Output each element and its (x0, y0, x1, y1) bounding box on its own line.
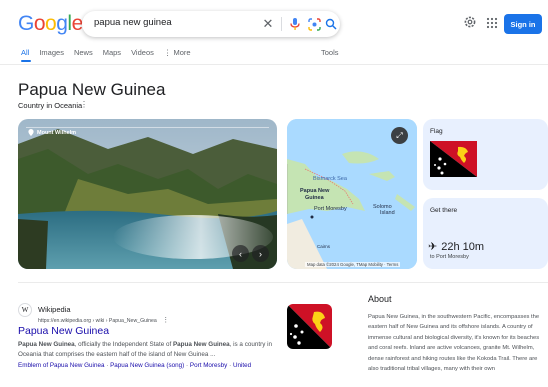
entity-title: Papua New Guinea (18, 80, 166, 99)
sitelink-united[interactable]: United (233, 362, 251, 369)
search-box[interactable]: papua new guinea ✕ (82, 11, 340, 37)
photo-progress-bar (26, 127, 269, 128)
tab-images[interactable]: Images (39, 48, 64, 57)
result-more-icon[interactable]: ⋮ (162, 317, 169, 324)
header-divider (0, 64, 548, 65)
flag-card-title: Flag (430, 128, 443, 135)
map-expand-icon[interactable]: ⤢ (391, 127, 408, 144)
clear-icon[interactable]: ✕ (260, 16, 276, 32)
map-label-port-moresby: Port Moresby (314, 206, 347, 212)
photo-prev-button[interactable]: ‹ (232, 245, 249, 262)
flag-card[interactable]: Flag (423, 119, 548, 190)
result-url[interactable]: https://en.wikipedia.org › wiki › Papua_… (38, 316, 169, 324)
sitelink-emblem[interactable]: Emblem of Papua New Guinea (18, 362, 104, 369)
more-options-icon[interactable]: ⋮ (80, 100, 88, 109)
search-divider (281, 17, 282, 31)
about-description: Papua New Guinea, in the southwestern Pa… (368, 314, 540, 373)
result-site-name[interactable]: Wikipedia (38, 305, 71, 314)
microphone-icon[interactable] (287, 16, 303, 32)
active-tab-indicator (21, 60, 31, 62)
tab-maps[interactable]: Maps (103, 48, 121, 57)
result-title-link[interactable]: Papua New Guinea (18, 325, 109, 337)
get-there-card[interactable]: Get there to Port Moresby (423, 198, 548, 269)
airplane-icon: ✈ (428, 241, 438, 253)
tab-more[interactable]: ⋮ More (164, 48, 191, 57)
sign-in-button[interactable]: Sign in (504, 14, 542, 34)
google-logo[interactable]: Google (18, 12, 83, 36)
location-pin-icon (28, 129, 34, 136)
sitelink-port-moresby[interactable]: Port Moresby (190, 362, 227, 369)
entity-subtitle: Country in Oceania (18, 101, 83, 110)
photo-location-label: Mount Wilhelm (28, 129, 76, 136)
map-preview[interactable]: Bismarck Sea Papua New Guinea Port Mores… (287, 119, 417, 269)
lens-icon[interactable] (306, 16, 322, 32)
result-thumbnail[interactable] (287, 304, 332, 349)
result-snippet: Papua New Guinea, officially the Indepen… (18, 341, 272, 358)
photo-next-button[interactable]: › (252, 245, 269, 262)
png-flag-thumbnail (287, 304, 332, 349)
search-tabs: All Images News Maps Videos ⋮ More (21, 48, 201, 57)
png-flag-image (430, 141, 477, 177)
tab-all[interactable]: All (21, 48, 29, 57)
sitelink-song[interactable]: Papua New Guinea (song) (110, 362, 184, 369)
tools-button[interactable]: Tools (321, 48, 339, 57)
map-label-solomon-line2: Island (380, 210, 395, 216)
map-attribution: Map data ©2024 Google, TMap Mobility · T… (305, 262, 401, 267)
travel-time: ✈ 22h 10m (428, 240, 485, 254)
wikipedia-favicon-icon[interactable]: W (18, 303, 32, 317)
search-icon[interactable] (323, 16, 339, 32)
apps-grid-icon[interactable] (486, 16, 498, 29)
get-there-title: Get there (430, 207, 458, 214)
map-label-png-line1: Papua New (300, 188, 330, 194)
settings-gear-icon[interactable] (463, 15, 477, 29)
about-heading: About (368, 294, 392, 304)
map-label-bismarck-sea: Bismarck Sea (313, 176, 347, 182)
tab-videos[interactable]: Videos (131, 48, 154, 57)
search-input[interactable]: papua new guinea (94, 17, 172, 28)
map-label-cairns: Cairns (317, 244, 331, 249)
tab-news[interactable]: News (74, 48, 93, 57)
result-sitelinks: Emblem of Papua New Guinea · Papua New G… (18, 362, 252, 369)
destination-label: to Port Moresby (430, 254, 469, 260)
section-divider (18, 282, 548, 283)
map-label-png-line2: Guinea (305, 195, 324, 201)
